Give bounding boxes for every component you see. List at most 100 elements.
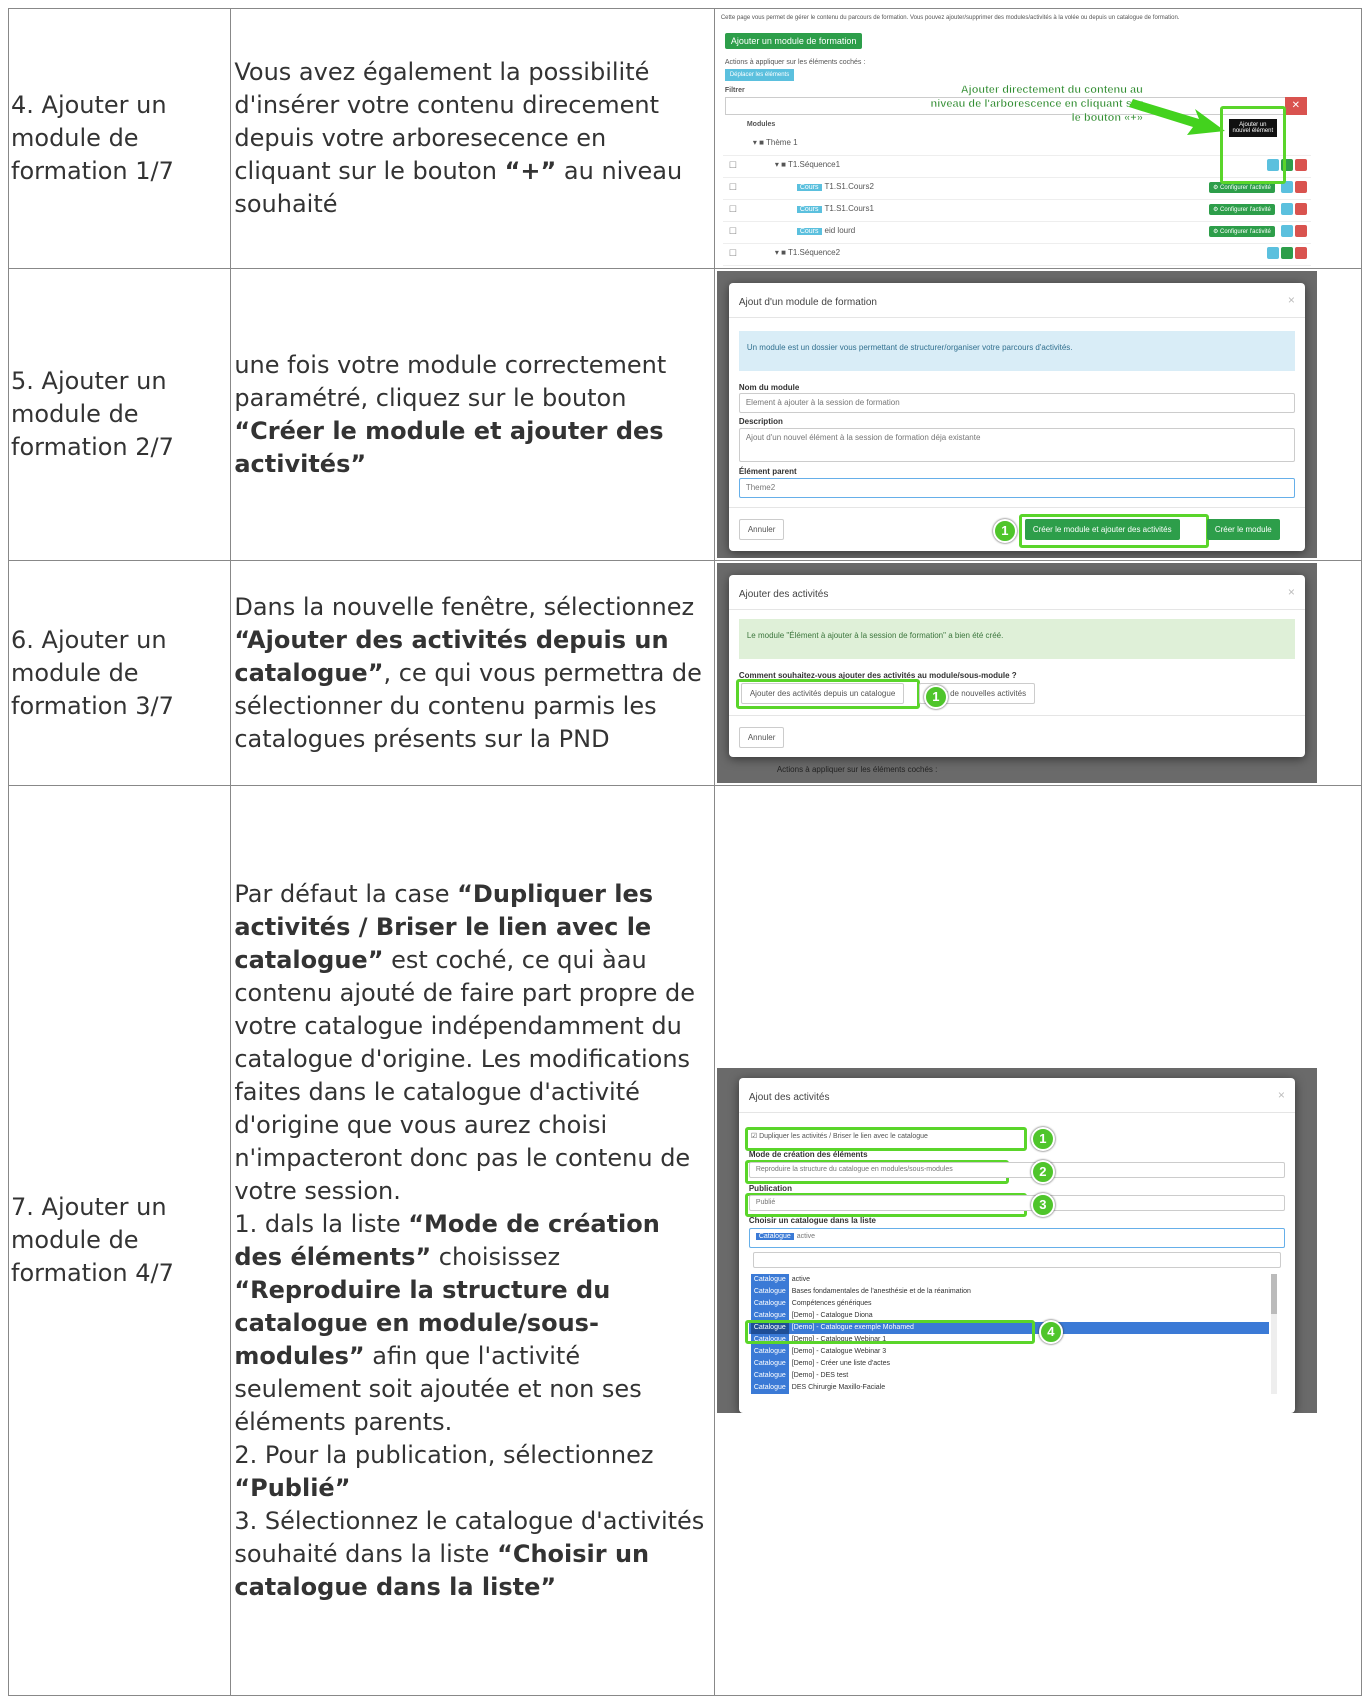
catalogue-label: Choisir un catalogue dans la liste [748,1216,876,1225]
create-and-add-button[interactable]: Créer le module et ajouter des activités [1024,519,1180,540]
folder-icon[interactable]: ▾ ■ [753,138,766,147]
catalogue-value: active [796,1233,816,1240]
edit-icon[interactable] [1280,225,1293,237]
option-label: active [791,1276,811,1283]
cours-tag: Cours [796,184,822,191]
divider [728,317,1305,318]
catalogue-option[interactable]: Catalogue Bases fondamentales de l'anesth… [749,1286,1269,1298]
delete-icon[interactable] [1294,203,1307,215]
scrollbar[interactable] [1270,1274,1277,1394]
step-label: 4. Ajouter un module de formation 1/7 [11,91,174,185]
intro-text: Cette page vous permet de gérer le conte… [720,15,1180,21]
table-row: 7. Ajouter un module de formation 4/7 Pa… [7,785,1363,1696]
divider [738,1112,1295,1113]
tag: Catalogue [750,1370,789,1382]
screenshot-cell: Cette page vous permet de gérer le conte… [713,8,1363,269]
text: 1. dals la liste [234,1209,409,1238]
cancel-button[interactable]: Annuler [738,519,785,540]
description-cell: une fois votre module correctement param… [230,268,715,561]
description-textarea[interactable]: Ajout d'un nouvel élément à la session d… [738,428,1295,462]
step-marker: 1 [1030,1127,1055,1151]
from-catalogue-button[interactable]: Ajouter des activités depuis un catalogu… [740,683,905,704]
delete-icon[interactable] [1294,247,1307,259]
close-icon[interactable]: × [1288,293,1295,307]
divider [728,507,1305,508]
configure-button[interactable]: ⚙ Configurer l'activité [1208,204,1275,216]
folder-icon[interactable]: ▾ ■ [775,248,788,257]
bold-text: “Publié” [234,1473,351,1502]
edit-icon[interactable] [1280,203,1293,215]
tag: Catalogue [755,1233,794,1240]
step-marker: 1 [992,519,1017,543]
screenshot-tree: Cette page vous permet de gérer le conte… [716,11,1317,266]
modal: Ajout d'un module de formation × Un modu… [728,283,1305,551]
screenshot-cell: Ajouter des activités × Le module "Éléme… [713,560,1363,786]
option-label: [Demo] - Créer une liste d'actes [791,1360,890,1367]
success-box: Le module "Élément à ajouter à la sessio… [738,619,1295,659]
step-label: 6. Ajouter un module de formation 3/7 [11,625,174,720]
option-label: [Demo] - Catalogue Diona [791,1312,873,1319]
close-icon[interactable]: × [1278,1088,1285,1102]
configure-button[interactable]: ⚙ Configurer l'activité [1208,226,1275,238]
checkbox-icon[interactable]: ☐ [729,226,737,237]
move-button[interactable]: Déplacer les éléments [724,69,795,81]
clear-filter-button[interactable]: ✕ [1284,97,1307,115]
catalogue-option[interactable]: Catalogue active [749,1274,1269,1286]
row-actions [1265,247,1307,259]
step-marker: 2 [1030,1160,1055,1184]
step-cell: 5. Ajouter un module de formation 2/7 [7,268,232,561]
tree-row[interactable]: ☐ ▾ ■ T1.Séquence2 [722,243,1311,266]
tree-item-label: Cours eid lourd [796,226,855,235]
divider [728,609,1305,610]
option-label: Compétences génériques [791,1300,872,1307]
folder-icon[interactable]: ▾ ■ [775,160,788,169]
catalogue-option[interactable]: Catalogue [Demo] - Catalogue Webinar 3 [749,1346,1269,1358]
highlight-box [744,1320,1035,1344]
tree-item-label: ▾ ■ Thème 1 [752,138,798,147]
delete-icon[interactable] [1294,159,1307,171]
step-description: Vous avez également la possibilité d'ins… [234,56,710,221]
checkbox-icon[interactable]: ☐ [729,182,737,193]
catalogue-option[interactable]: Catalogue Compétences génériques [749,1298,1269,1310]
parent-label: Élément parent [738,467,797,476]
name-input[interactable]: Element à ajouter à la session de format… [738,393,1295,413]
checkbox-icon[interactable]: ☐ [729,204,737,215]
catalogue-search-input[interactable] [752,1252,1281,1268]
bold-text: “+” [504,157,557,185]
publication-select[interactable]: Publié [748,1195,1285,1211]
close-icon[interactable]: × [1288,585,1295,599]
tree-row[interactable]: ☐ Cours eid lourd ⚙ Configurer l'activité [722,221,1311,244]
checkbox-icon[interactable]: ☐ [729,160,737,171]
cours-tag: Cours [796,206,822,213]
option-label: DES Chirurgie Maxillo-Faciale [791,1384,886,1391]
table-row: 4. Ajouter un module de formation 1/7 Vo… [7,8,1363,269]
modal: Ajouter des activités × Le module "Éléme… [728,575,1305,757]
text: Par défaut la case [234,879,458,908]
plus-icon[interactable] [1280,247,1293,259]
tree-row[interactable]: ☐ Cours T1.S1.Cours1 ⚙ Configurer l'activit… [722,199,1311,222]
bold-text: “Créer le module et ajouter des activité… [234,416,664,478]
tree-item-label: Cours T1.S1.Cours2 [796,182,874,191]
add-module-button[interactable]: Ajouter un module de formation [724,33,863,49]
catalogue-option[interactable]: Catalogue DES Chirurgie Maxillo-Faciale [749,1382,1269,1394]
scrollbar-thumb[interactable] [1270,1274,1277,1314]
create-button[interactable]: Créer le module [1206,519,1280,540]
row-actions: ⚙ Configurer l'activité [1208,203,1307,216]
catalogue-select[interactable]: Catalogue active [748,1228,1285,1248]
modal-title: Ajout d'un module de formation [738,297,877,308]
delete-icon[interactable] [1294,225,1307,237]
catalogue-option[interactable]: Catalogue [Demo] - Créer une liste d'acte… [749,1358,1269,1370]
text: est coché, ce qui àau contenu ajouté de … [234,945,695,1205]
mode-select[interactable]: Reproduire la structure du catalogue en … [748,1162,1285,1178]
edit-icon[interactable] [1266,247,1279,259]
duplicate-checkbox[interactable]: ☑ Dupliquer les activités / Briser le li… [751,1132,928,1140]
cancel-button[interactable]: Annuler [738,727,785,748]
checkbox-icon[interactable]: ☐ [729,248,737,259]
text: Dans la nouvelle fenêtre, sélectionnez [234,592,695,621]
parent-select[interactable]: Theme2 [738,478,1295,498]
description-cell: Vous avez également la possibilité d'ins… [230,8,715,269]
step-cell: 6. Ajouter un module de formation 3/7 [7,560,232,786]
step-description: Par défaut la case “Dupliquer les activi… [234,878,710,1604]
delete-icon[interactable] [1294,181,1307,193]
catalogue-option[interactable]: Catalogue [Demo] - DES test [749,1370,1269,1382]
